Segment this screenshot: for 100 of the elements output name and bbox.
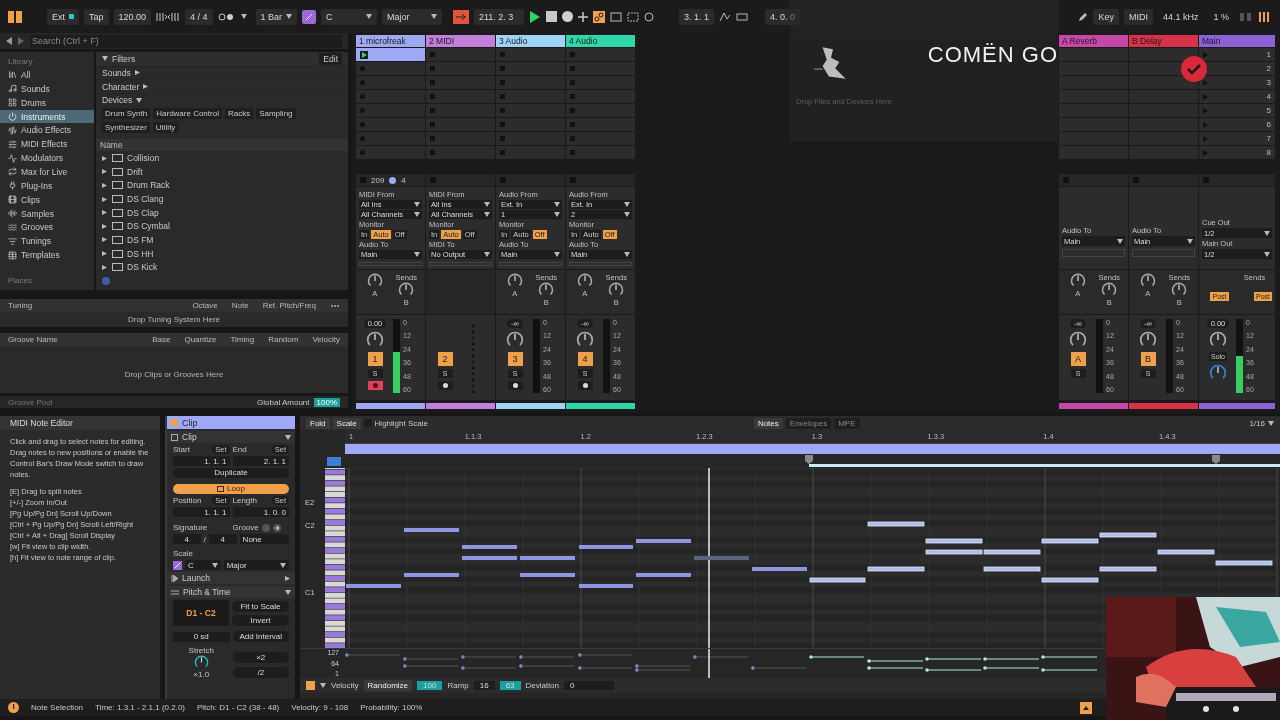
- stretch-knob[interactable]: [193, 655, 209, 670]
- filter-group[interactable]: Character: [96, 79, 348, 93]
- stop-icon[interactable]: [570, 150, 575, 155]
- clock-icon[interactable]: [644, 11, 654, 22]
- loop-icon[interactable]: [610, 11, 622, 22]
- send-knob[interactable]: [1101, 282, 1118, 298]
- midi-note[interactable]: [1041, 577, 1099, 583]
- send-knob[interactable]: [366, 273, 383, 289]
- curve-icon[interactable]: [719, 11, 732, 22]
- library-item[interactable]: Drums: [0, 95, 94, 110]
- play-icon[interactable]: [529, 10, 541, 23]
- clip-slot[interactable]: [496, 62, 565, 75]
- pan-knob[interactable]: [576, 331, 594, 349]
- midi-note[interactable]: [867, 566, 925, 572]
- output-channel-field[interactable]: [1132, 249, 1195, 257]
- edit-button[interactable]: Edit: [319, 52, 342, 65]
- stop-icon[interactable]: [500, 94, 505, 99]
- scale-name-dropdown[interactable]: Major: [223, 560, 289, 570]
- midi-note[interactable]: [925, 538, 983, 544]
- midi-activity-icon[interactable]: [1239, 10, 1253, 23]
- track-header[interactable]: Main: [1199, 35, 1275, 47]
- stop-icon[interactable]: [430, 122, 435, 127]
- track-activator-button[interactable]: 4: [577, 352, 593, 366]
- preview-icon[interactable]: [327, 457, 341, 466]
- filter-tag[interactable]: Utility: [152, 121, 179, 133]
- scene-slot[interactable]: 7: [1199, 132, 1275, 145]
- transpose-field[interactable]: 0 sd: [173, 631, 230, 642]
- stop-icon[interactable]: [570, 136, 575, 141]
- more-icon[interactable]: [330, 303, 340, 308]
- library-item[interactable]: Tunings: [0, 234, 94, 249]
- duplicate-button[interactable]: Duplicate: [173, 468, 289, 478]
- clip-slot[interactable]: [356, 76, 425, 89]
- clip-slot[interactable]: [566, 90, 635, 103]
- grid-size-dropdown[interactable]: 1/16: [1249, 418, 1265, 428]
- scene-slot[interactable]: 3: [1199, 76, 1275, 89]
- scene-slot[interactable]: 6: [1199, 118, 1275, 131]
- clip-slot[interactable]: [566, 118, 635, 131]
- stop-icon[interactable]: [570, 66, 575, 71]
- library-item[interactable]: Sounds: [0, 81, 94, 96]
- stop-icon[interactable]: [500, 122, 505, 127]
- arrow-right-icon[interactable]: [272, 523, 281, 532]
- library-item[interactable]: Clips: [0, 192, 94, 207]
- send-knob[interactable]: [1171, 282, 1188, 298]
- pan-knob[interactable]: [506, 331, 524, 349]
- scale-root-dropdown[interactable]: C: [185, 560, 221, 570]
- track-activator-button[interactable]: B: [1140, 352, 1156, 366]
- key-map-button[interactable]: Key: [1093, 8, 1119, 25]
- stop-icon[interactable]: [430, 52, 435, 57]
- stop-icon[interactable]: [546, 11, 557, 22]
- punch-icon[interactable]: [627, 11, 639, 22]
- filter-group[interactable]: Devices: [96, 92, 348, 107]
- stop-icon[interactable]: [570, 108, 575, 113]
- filter-tag[interactable]: Racks: [224, 107, 254, 119]
- clip-icon[interactable]: [171, 433, 178, 441]
- track-header[interactable]: 2 MIDI: [426, 35, 495, 47]
- track-header[interactable]: 1 microfreak: [356, 35, 425, 47]
- clip-slot[interactable]: [426, 104, 495, 117]
- pencil-icon[interactable]: [1078, 11, 1089, 22]
- halve-button[interactable]: /2: [232, 667, 289, 678]
- midi-note[interactable]: [983, 566, 1041, 572]
- loop-button[interactable]: Loop: [173, 484, 289, 494]
- send-knob[interactable]: [1069, 273, 1086, 289]
- filter-tag[interactable]: Hardware Control: [153, 107, 222, 119]
- scene-slot[interactable]: 4: [1199, 90, 1275, 103]
- arm-button[interactable]: [437, 381, 453, 390]
- clip-slot[interactable]: [566, 48, 635, 61]
- signature-numerator-field[interactable]: 4: [173, 534, 201, 544]
- stop-icon[interactable]: [430, 150, 435, 155]
- time-signature-field[interactable]: 4 / 4: [185, 8, 213, 25]
- send-knob[interactable]: [538, 282, 555, 298]
- start-field[interactable]: 1. 1. 1: [173, 456, 230, 466]
- stop-icon[interactable]: [570, 122, 575, 127]
- clip-slot[interactable]: [496, 146, 565, 159]
- marker-icon[interactable]: [1212, 455, 1220, 464]
- clip-slot[interactable]: [566, 104, 635, 117]
- browser-item[interactable]: Drum Rack: [96, 178, 348, 193]
- clip-slot[interactable]: [356, 118, 425, 131]
- stop-icon[interactable]: [430, 108, 435, 113]
- clip-slot[interactable]: [426, 132, 495, 145]
- clip-slot[interactable]: [356, 104, 425, 117]
- midi-note[interactable]: [1215, 560, 1273, 566]
- stop-icon[interactable]: [430, 94, 435, 99]
- clip-slot[interactable]: [356, 132, 425, 145]
- clip-slot[interactable]: [426, 118, 495, 131]
- library-item[interactable]: Audio Effects: [0, 123, 94, 138]
- stop-icon[interactable]: [570, 94, 575, 99]
- clip-slot[interactable]: [566, 76, 635, 89]
- clip-slot[interactable]: [496, 118, 565, 131]
- arm-button[interactable]: [507, 381, 523, 390]
- record-icon[interactable]: [562, 11, 573, 22]
- sync-button[interactable]: Ext: [47, 8, 79, 25]
- follow-icon[interactable]: [453, 9, 469, 24]
- length-field[interactable]: 1. 0. 0: [232, 507, 289, 517]
- pan-knob[interactable]: [366, 331, 384, 349]
- track-activator-button[interactable]: 2: [437, 352, 453, 366]
- clip-slot[interactable]: [426, 62, 495, 75]
- play-icon[interactable]: [360, 50, 368, 59]
- stop-icon[interactable]: [570, 80, 575, 85]
- library-item[interactable]: Grooves: [0, 220, 94, 235]
- scale-icon[interactable]: [302, 9, 317, 24]
